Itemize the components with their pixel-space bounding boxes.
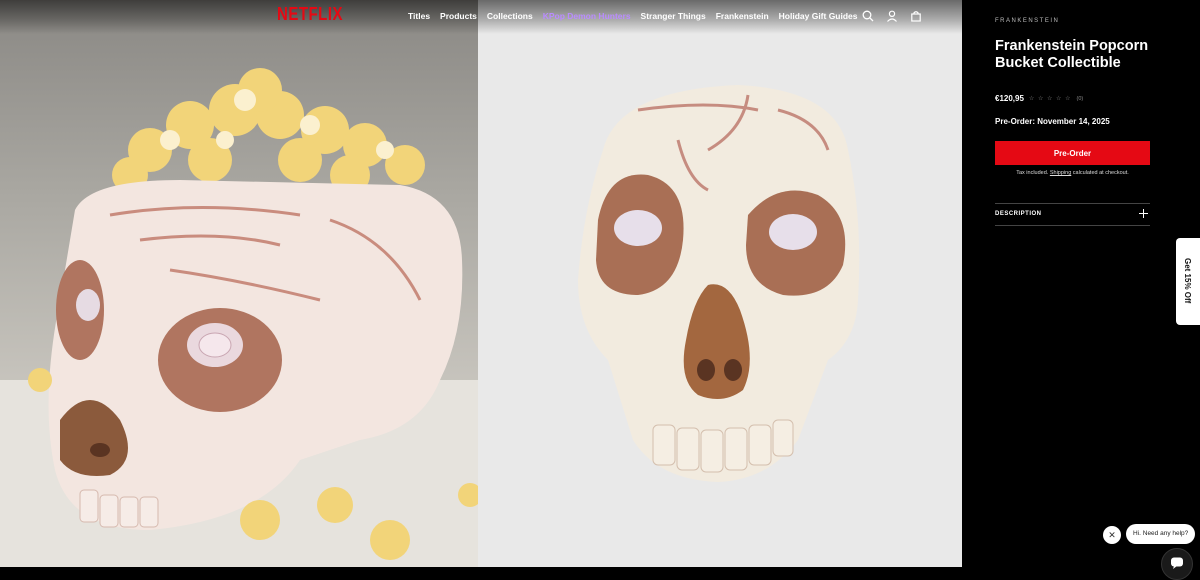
nav-link-frankenstein[interactable]: Frankenstein: [716, 11, 769, 21]
chat-greeting-bubble[interactable]: Hi. Need any help?: [1126, 524, 1196, 544]
product-collection-label[interactable]: FRANKENSTEIN: [995, 18, 1059, 24]
preorder-button[interactable]: Pre-Order: [995, 141, 1150, 165]
preorder-date: Pre-Order: November 14, 2025: [995, 117, 1110, 126]
review-count[interactable]: (0): [1076, 96, 1083, 102]
nav-link-kpop-demon-hunters[interactable]: KPop Demon Hunters: [543, 11, 631, 21]
discount-side-tab[interactable]: Get 15% Off: [1176, 238, 1200, 325]
product-image-front[interactable]: [478, 0, 962, 567]
chat-launcher-button[interactable]: [1161, 548, 1193, 580]
rating-stars[interactable]: ☆ ☆ ☆ ☆ ☆: [1029, 95, 1072, 102]
discount-label: Get 15% Off: [1183, 258, 1192, 304]
skull-popcorn-illustration: [0, 68, 478, 567]
chat-icon: [1171, 557, 1183, 569]
nav-link-products[interactable]: Products: [440, 11, 477, 21]
description-label: DESCRIPTION: [995, 211, 1042, 217]
nav-link-titles[interactable]: Titles: [408, 11, 430, 21]
price-row: €120,95 ☆ ☆ ☆ ☆ ☆ (0): [995, 94, 1083, 103]
netflix-logo[interactable]: NETFLIX: [277, 4, 343, 25]
product-image-lifestyle[interactable]: [0, 0, 478, 567]
product-price: €120,95: [995, 94, 1024, 103]
description-accordion[interactable]: DESCRIPTION: [995, 203, 1150, 226]
shipping-link[interactable]: Shipping: [1050, 170, 1071, 176]
skull-front-illustration: [578, 85, 860, 482]
chat-close-button[interactable]: ✕: [1103, 526, 1121, 544]
product-info-panel: FRANKENSTEIN Frankenstein Popcorn Bucket…: [962, 0, 1200, 567]
tax-note: Tax included. Shipping calculated at che…: [995, 170, 1150, 176]
product-title: Frankenstein Popcorn Bucket Collectible: [995, 38, 1149, 71]
top-navigation: NETFLIX Titles Products Collections KPop…: [0, 0, 962, 34]
tax-note-suffix: calculated at checkout.: [1071, 170, 1129, 176]
account-icon[interactable]: [886, 10, 898, 22]
tax-note-prefix: Tax included.: [1016, 170, 1050, 176]
search-icon[interactable]: [862, 10, 874, 22]
nav-icons: [862, 10, 922, 22]
bag-icon[interactable]: [910, 10, 922, 22]
plus-icon: [1139, 209, 1148, 218]
product-gallery: [0, 0, 962, 567]
nav-links: Titles Products Collections KPop Demon H…: [408, 11, 858, 21]
nav-link-collections[interactable]: Collections: [487, 11, 533, 21]
nav-link-holiday-gift-guides[interactable]: Holiday Gift Guides: [779, 11, 858, 21]
nav-link-stranger-things[interactable]: Stranger Things: [641, 11, 706, 21]
